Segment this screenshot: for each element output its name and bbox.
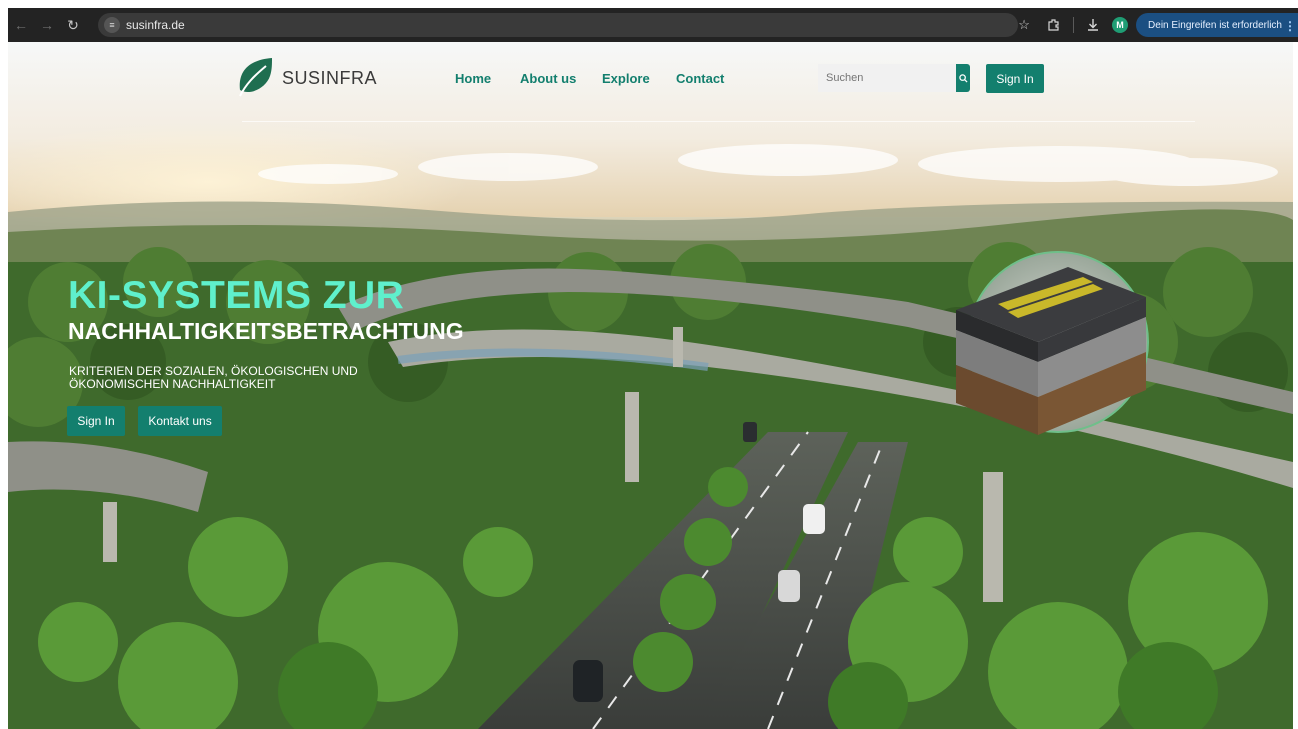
browser-toolbar: ← → ↻ ≡ susinfra.de ☆ M Dein Eingreifen … — [8, 8, 1298, 42]
download-icon[interactable] — [1082, 14, 1104, 36]
leaf-logo-icon — [239, 58, 272, 97]
attention-label: Dein Eingreifen ist erforderlich — [1148, 19, 1282, 31]
nav-explore[interactable]: Explore — [602, 71, 650, 86]
site-info-icon[interactable]: ≡ — [104, 17, 120, 33]
toolbar-separator — [1073, 17, 1075, 33]
back-icon[interactable]: ← — [8, 12, 34, 38]
extension-icon[interactable] — [1043, 14, 1065, 36]
forward-icon[interactable]: → — [34, 12, 60, 38]
menu-dots-icon[interactable]: ⋮ — [1284, 19, 1296, 33]
header-divider — [242, 121, 1195, 122]
nav-home[interactable]: Home — [455, 71, 491, 86]
nav-about-us[interactable]: About us — [520, 71, 576, 86]
nav-contact[interactable]: Contact — [676, 71, 724, 86]
hero-title: KI-SYSTEMS ZUR — [68, 274, 405, 317]
search-icon[interactable] — [956, 64, 970, 92]
page-viewport: SUSINFRA Home About us Explore Contact S… — [8, 42, 1293, 729]
brand-logo[interactable]: SUSINFRA — [236, 56, 377, 100]
brand-name: SUSINFRA — [282, 67, 378, 88]
search-input[interactable] — [818, 64, 956, 92]
attention-button[interactable]: Dein Eingreifen ist erforderlich ⋮ — [1136, 13, 1298, 37]
hero-contact-button[interactable]: Kontakt uns — [138, 406, 222, 436]
reload-icon[interactable]: ↻ — [60, 12, 86, 38]
url-text: susinfra.de — [126, 18, 185, 32]
hero-description: KRITERIEN DER SOZIALEN, ÖKOLOGISCHEN UND… — [69, 364, 358, 391]
star-icon[interactable]: ☆ — [1013, 14, 1035, 36]
profile-avatar[interactable]: M — [1112, 17, 1129, 33]
header-signin-button[interactable]: Sign In — [986, 64, 1044, 93]
hero-signin-button[interactable]: Sign In — [67, 406, 125, 436]
search-box — [818, 64, 970, 92]
address-bar[interactable]: ≡ susinfra.de — [98, 13, 1018, 37]
hero-subtitle: NACHHALTIGKEITSBETRACHTUNG — [68, 318, 464, 344]
